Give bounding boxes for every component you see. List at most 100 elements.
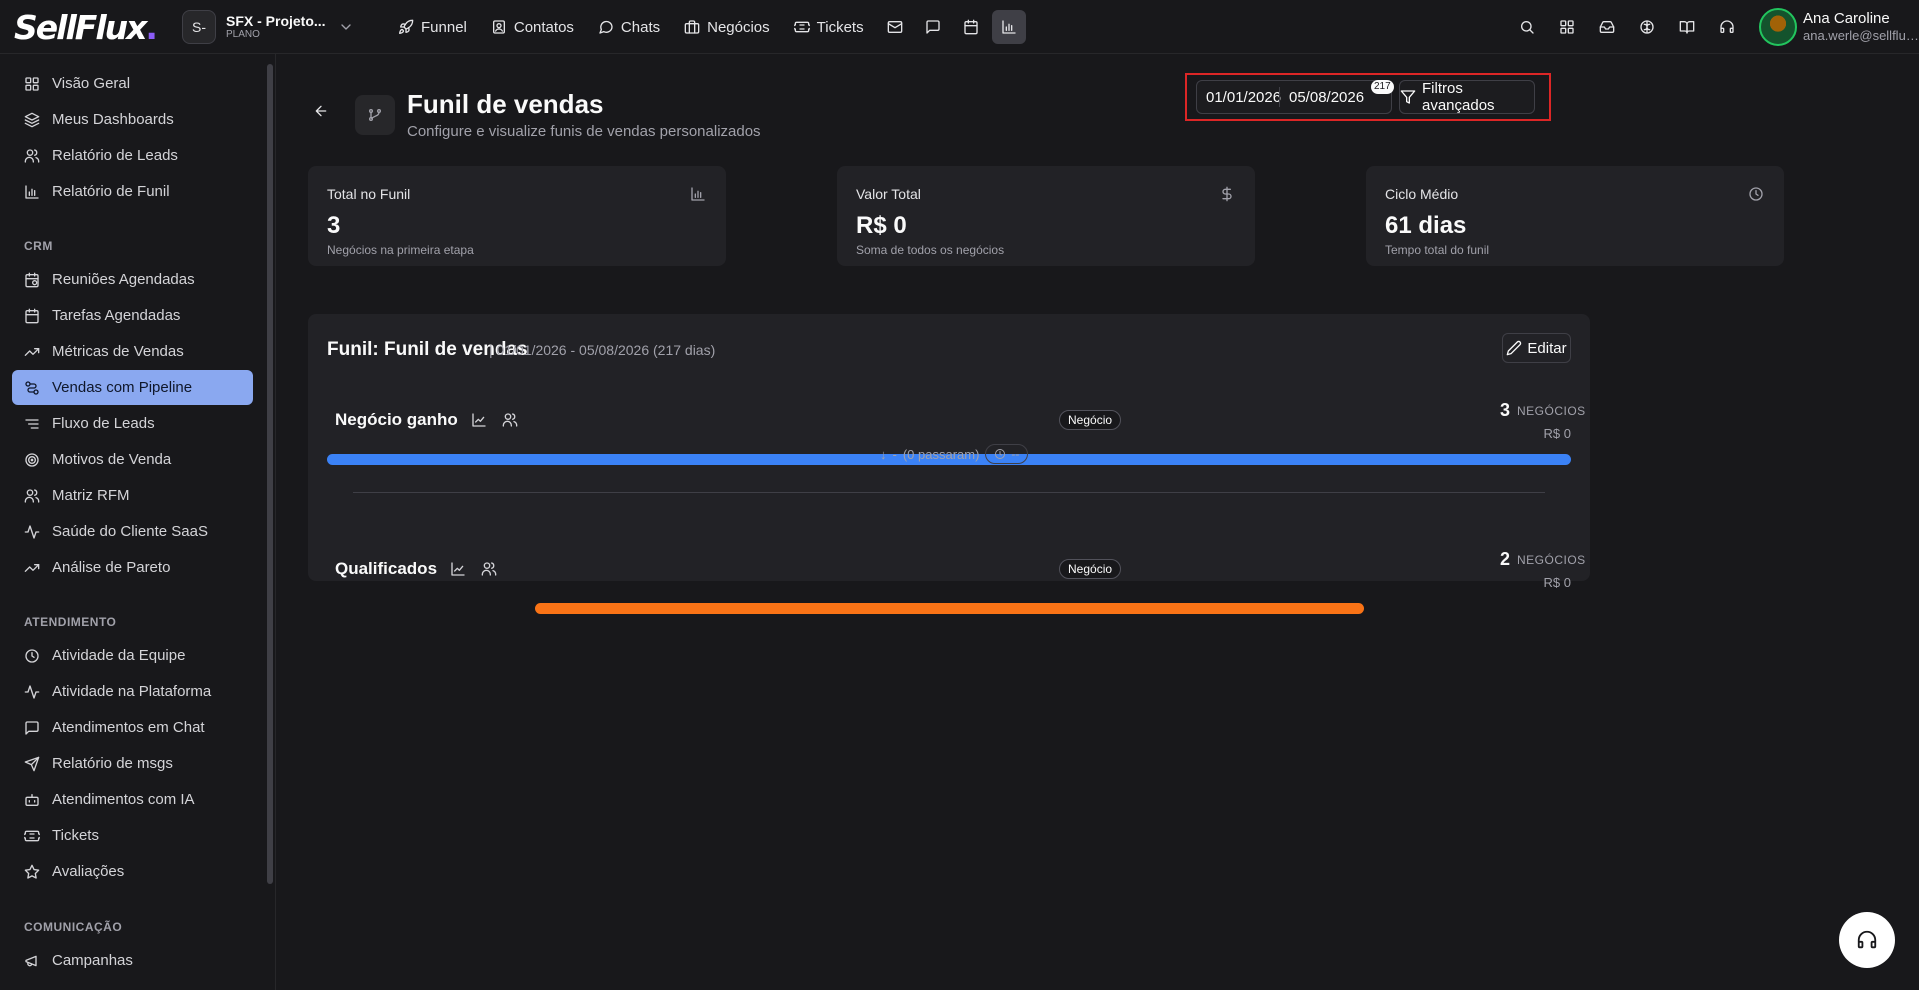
date-days-badge: 217 bbox=[1371, 80, 1394, 94]
nav-funnel-label: Funnel bbox=[421, 18, 467, 36]
nav-contatos[interactable]: Contatos bbox=[481, 10, 584, 44]
ai-brain-button[interactable] bbox=[1627, 10, 1667, 44]
nav-tickets[interactable]: Tickets bbox=[784, 10, 874, 44]
inbox-button[interactable] bbox=[1587, 10, 1627, 44]
kpi-value: R$ 0 bbox=[856, 212, 907, 239]
line-chart-icon[interactable] bbox=[450, 561, 466, 577]
sidebar-item-relatorio-de-msgs[interactable]: Relatório de msgs bbox=[12, 746, 253, 781]
sidebar-item-campanhas[interactable]: Campanhas bbox=[12, 943, 253, 978]
page-subtitle: Configure e visualize funis de vendas pe… bbox=[407, 123, 761, 140]
sidebar-item-meus-dashboards[interactable]: Meus Dashboards bbox=[12, 102, 253, 137]
sidebar-item-relatorio-de-leads[interactable]: Relatório de Leads bbox=[12, 138, 253, 173]
arrow-down-icon: ↓ bbox=[880, 446, 887, 462]
trending-up-icon bbox=[24, 560, 40, 576]
nav-email-button[interactable] bbox=[878, 10, 912, 44]
inbox-icon bbox=[1599, 19, 1615, 35]
stage-transition: ↓ - (0 passaram) -- bbox=[880, 444, 1029, 464]
user-email: ana.werle@sellflux... bbox=[1803, 28, 1919, 44]
sidebar-item-saude-do-cliente-saas[interactable]: Saúde do Cliente SaaS bbox=[12, 514, 253, 549]
page-title: Funil de vendas bbox=[407, 89, 604, 119]
nav-calendar-button[interactable] bbox=[954, 10, 988, 44]
sidebar-item-reunioes-agendadas[interactable]: Reuniões Agendadas bbox=[12, 262, 253, 297]
user-name: Ana Caroline bbox=[1803, 9, 1890, 27]
nav-chats[interactable]: Chats bbox=[588, 10, 670, 44]
date-start[interactable]: 01/01/2026 bbox=[1197, 89, 1281, 106]
sidebar-item-label: Campanhas bbox=[52, 952, 133, 969]
nav-funnel[interactable]: Funnel bbox=[388, 10, 477, 44]
workspace-plan: PLANO bbox=[226, 29, 260, 41]
sidebar-item-tarefas-agendadas[interactable]: Tarefas Agendadas bbox=[12, 298, 253, 333]
help-chat-button[interactable] bbox=[1839, 912, 1895, 968]
sidebar-item-label: Motivos de Venda bbox=[52, 451, 172, 468]
clock-icon bbox=[24, 648, 40, 664]
clock-icon bbox=[994, 448, 1006, 460]
sidebar-item-relatorio-de-funil[interactable]: Relatório de Funil bbox=[12, 174, 253, 209]
page-title-icon bbox=[355, 95, 395, 135]
sidebar-item-fluxo-de-leads[interactable]: Fluxo de Leads bbox=[12, 406, 253, 441]
sidebar-item-atividade-da-equipe[interactable]: Atividade da Equipe bbox=[12, 638, 253, 673]
stage-unit: NEGÓCIOS bbox=[1517, 404, 1586, 418]
users-icon[interactable] bbox=[502, 412, 518, 428]
nav-negocios[interactable]: Negócios bbox=[674, 10, 780, 44]
arrow-left-icon bbox=[313, 103, 333, 119]
nav-messages-button[interactable] bbox=[916, 10, 950, 44]
chat-icon bbox=[598, 19, 614, 35]
transition-time-value: -- bbox=[1011, 447, 1020, 461]
line-chart-icon[interactable] bbox=[471, 412, 487, 428]
support-button[interactable] bbox=[1707, 10, 1747, 44]
funnel-card: Funil: Funil de vendas | 01/01/2026 - 05… bbox=[308, 314, 1590, 614]
contact-icon bbox=[491, 19, 507, 35]
stage-value: R$ 0 bbox=[1543, 426, 1571, 441]
sidebar-item-matriz-rfm[interactable]: Matriz RFM bbox=[12, 478, 253, 513]
star-icon bbox=[24, 864, 40, 880]
sidebar-scrollbar[interactable] bbox=[267, 64, 273, 884]
dollar-icon bbox=[1219, 186, 1235, 202]
apps-button[interactable] bbox=[1547, 10, 1587, 44]
sellflux-logo[interactable]: SellFlux. bbox=[14, 8, 158, 47]
date-range-picker[interactable]: 01/01/2026 05/08/2026 bbox=[1196, 80, 1392, 114]
users-icon bbox=[24, 148, 40, 164]
pencil-icon bbox=[1506, 340, 1522, 356]
users-icon[interactable] bbox=[481, 561, 497, 577]
sidebar-item-analise-de-pareto[interactable]: Análise de Pareto bbox=[12, 550, 253, 585]
top-bar: SellFlux. S- SFX - Projeto... PLANO Funn… bbox=[0, 0, 1919, 54]
sidebar-item-motivos-de-venda[interactable]: Motivos de Venda bbox=[12, 442, 253, 477]
stage-value: R$ 0 bbox=[1543, 575, 1571, 590]
docs-button[interactable] bbox=[1667, 10, 1707, 44]
top-navigation: Funnel Contatos Chats Negócios Tickets bbox=[388, 10, 1026, 44]
clock-icon bbox=[1748, 186, 1764, 202]
bot-icon bbox=[24, 792, 40, 808]
git-branch-icon bbox=[367, 107, 383, 123]
sidebar-item-tickets[interactable]: Tickets bbox=[12, 818, 253, 853]
search-icon bbox=[1519, 19, 1535, 35]
headset-icon bbox=[1719, 19, 1735, 35]
stage-name: Qualificados bbox=[335, 559, 438, 578]
bar-chart-icon bbox=[690, 186, 706, 202]
back-button[interactable] bbox=[313, 103, 333, 123]
kpi-label: Valor Total bbox=[856, 186, 921, 202]
date-end[interactable]: 05/08/2026 bbox=[1280, 89, 1370, 106]
sidebar-item-avaliacoes[interactable]: Avaliações bbox=[12, 854, 253, 889]
nav-reports-button[interactable] bbox=[991, 10, 1026, 44]
sidebar-item-atividade-na-plataforma[interactable]: Atividade na Plataforma bbox=[12, 674, 253, 709]
sidebar-item-vendas-com-pipeline[interactable]: Vendas com Pipeline bbox=[12, 370, 253, 405]
sidebar-item-label: Visão Geral bbox=[52, 75, 131, 92]
edit-funnel-button[interactable]: Editar bbox=[1502, 333, 1571, 363]
sidebar-item-visao-geral[interactable]: Visão Geral bbox=[12, 66, 253, 101]
user-menu[interactable]: Ana Caroline ana.werle@sellflux... bbox=[1759, 8, 1919, 46]
bar-chart-icon bbox=[1001, 19, 1017, 35]
workspace-selector[interactable]: S- SFX - Projeto... PLANO bbox=[182, 9, 354, 45]
sidebar-item-label: Meus Dashboards bbox=[52, 111, 174, 128]
search-button[interactable] bbox=[1507, 10, 1547, 44]
send-icon bbox=[24, 756, 40, 772]
sidebar-item-atendimentos-com-ia[interactable]: Atendimentos com IA bbox=[12, 782, 253, 817]
kpi-label: Total no Funil bbox=[327, 186, 411, 202]
nav-tickets-label: Tickets bbox=[816, 18, 864, 36]
sidebar-item-atendimentos-em-chat[interactable]: Atendimentos em Chat bbox=[12, 710, 253, 745]
calendar-icon bbox=[963, 19, 979, 35]
advanced-filters-button[interactable]: Filtros avançados bbox=[1399, 80, 1535, 114]
sidebar-item-metricas-de-vendas[interactable]: Métricas de Vendas bbox=[12, 334, 253, 369]
sidebar-item-label: Fluxo de Leads bbox=[52, 415, 155, 432]
stage-count: 3 bbox=[1499, 400, 1510, 420]
stage-type-badge: Negócio bbox=[1059, 410, 1122, 430]
